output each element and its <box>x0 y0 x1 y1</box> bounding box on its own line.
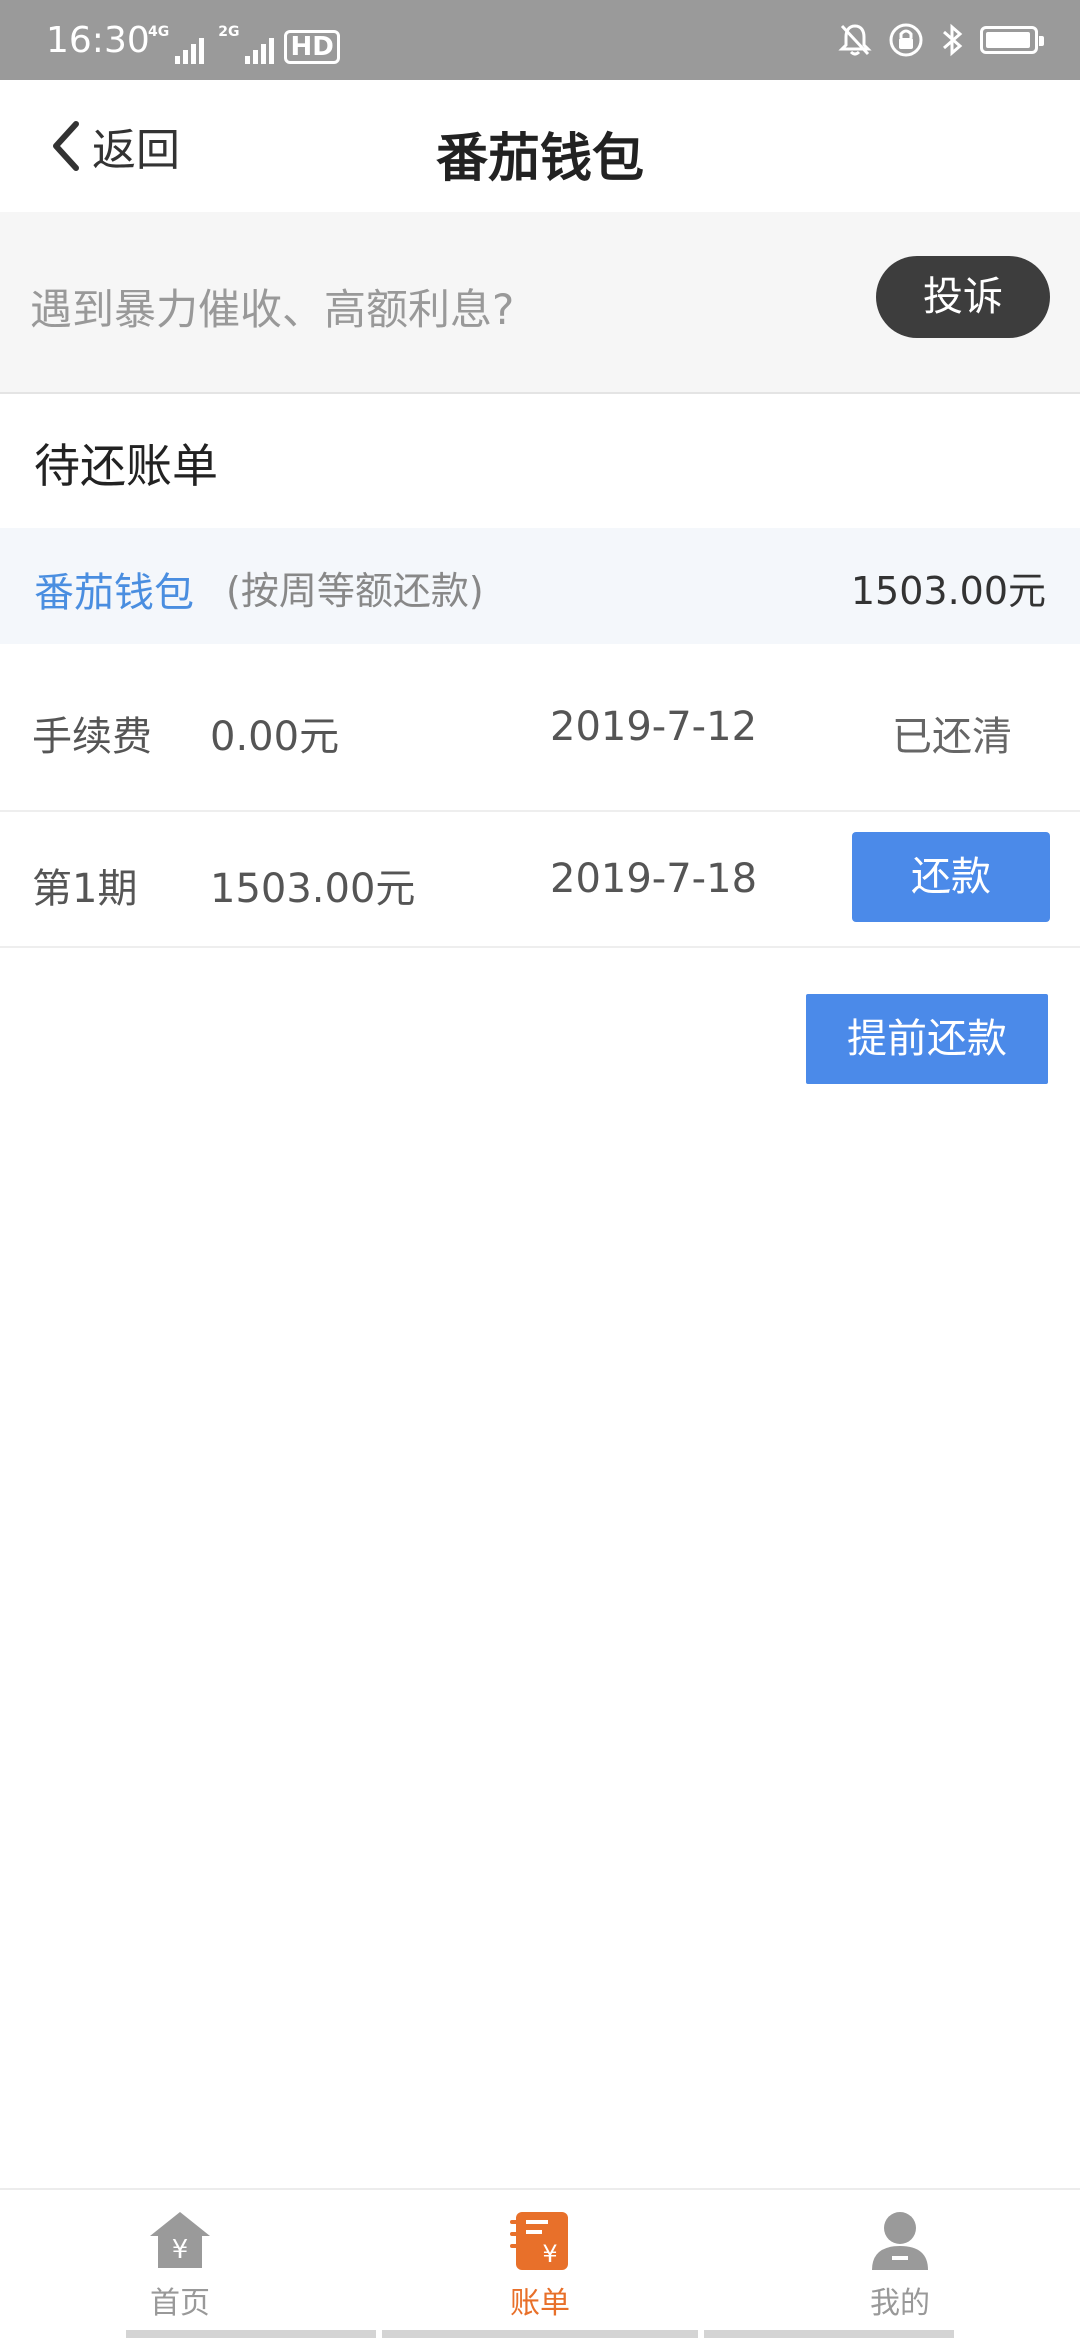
home-icon: ¥ <box>150 2212 210 2268</box>
bill-date: 2019-7-12 <box>550 704 758 750</box>
svg-text:¥: ¥ <box>542 2240 557 2268</box>
page-title: 番茄钱包 <box>435 129 644 189</box>
nav-gesture-bar <box>126 2330 376 2338</box>
bottom-tab-bar: ¥ 首页 ¥ 账单 我的 <box>0 2188 1080 2340</box>
mute-bell-icon <box>838 24 872 56</box>
user-icon <box>872 2212 928 2270</box>
product-total-amount: 1503.00元 <box>850 569 1046 613</box>
sim2-signal-icon <box>245 34 275 64</box>
sim1-signal-icon <box>175 34 205 64</box>
bill-status-cleared: 已还清 <box>892 714 1012 760</box>
bluetooth-icon <box>943 23 963 57</box>
page: 16:30 4G 2G HD 返回 番茄钱包 遇到暴力催收、高额利息? 投诉 待… <box>0 0 1080 2340</box>
bill-date: 2019-7-18 <box>550 856 758 902</box>
nav-bar: 返回 番茄钱包 <box>0 80 1080 212</box>
early-repay-button[interactable]: 提前还款 <box>806 994 1048 1084</box>
nav-gesture-bar <box>704 2330 954 2338</box>
bill-amount: 0.00元 <box>210 714 340 760</box>
bill-icon: ¥ <box>510 2212 568 2270</box>
tab-profile[interactable]: 我的 <box>800 2206 1000 2322</box>
complain-button[interactable]: 投诉 <box>876 256 1050 338</box>
sim2-network-tag: 2G <box>218 24 240 40</box>
tab-bill[interactable]: ¥ 账单 <box>440 2206 640 2322</box>
tab-home[interactable]: ¥ 首页 <box>80 2206 280 2322</box>
status-right-icons <box>838 20 1044 60</box>
sim1-network-tag: 4G <box>148 24 170 40</box>
repay-button[interactable]: 还款 <box>852 832 1050 922</box>
network-indicators: 4G 2G HD <box>148 22 340 64</box>
bill-row-fee: 手续费 0.00元 2019-7-12 已还清 <box>0 644 1080 812</box>
repayment-method: (按周等额还款) <box>226 569 484 613</box>
tab-label: 账单 <box>510 2286 570 2321</box>
hd-badge: HD <box>284 30 340 64</box>
complaint-prompt: 遇到暴力催收、高额利息? <box>30 285 515 334</box>
nav-gesture-bar <box>382 2330 698 2338</box>
product-name: 番茄钱包 <box>34 570 194 616</box>
pending-bills-title: 待还账单 <box>34 439 218 493</box>
lock-rotation-icon <box>889 23 923 57</box>
bill-label: 第1期 <box>32 866 138 912</box>
status-time: 16:30 <box>46 20 150 61</box>
svg-text:¥: ¥ <box>172 2235 189 2265</box>
tab-label: 首页 <box>150 2286 210 2321</box>
battery-icon <box>980 26 1044 54</box>
loan-product-row: 番茄钱包 (按周等额还款) 1503.00元 <box>0 528 1080 644</box>
status-bar: 16:30 4G 2G HD <box>0 0 1080 80</box>
tab-label: 我的 <box>870 2286 930 2321</box>
bill-amount: 1503.00元 <box>210 866 416 912</box>
bill-label: 手续费 <box>32 714 152 760</box>
